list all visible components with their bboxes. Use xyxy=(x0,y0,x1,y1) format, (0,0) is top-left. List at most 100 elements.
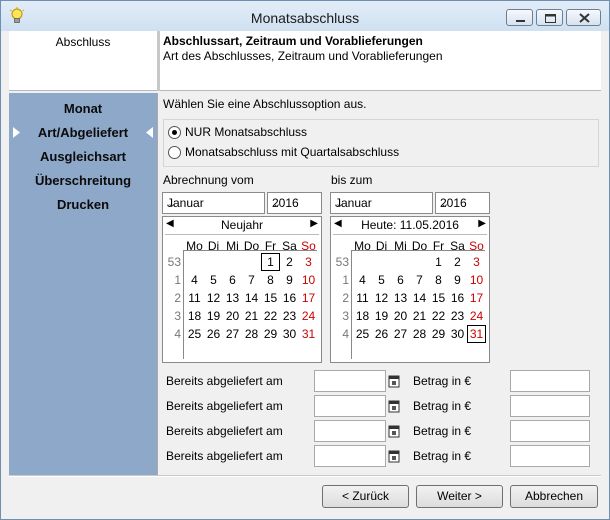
calendar-day[interactable]: 1 xyxy=(261,253,280,271)
calendar-picker-button[interactable] xyxy=(387,420,401,442)
calendar-picker-button[interactable] xyxy=(387,445,401,467)
radio-nur-monatsabschluss[interactable] xyxy=(168,126,181,139)
radio-monatsabschluss-quartal[interactable] xyxy=(168,146,181,159)
calendar-day[interactable]: 30 xyxy=(448,325,467,343)
calendar-day[interactable]: 14 xyxy=(242,289,261,307)
sidebar-item-drucken[interactable]: Drucken xyxy=(9,197,157,212)
calendar-day[interactable]: 16 xyxy=(280,289,299,307)
from-year-select[interactable]: 2016 ⌄ xyxy=(267,192,322,214)
next-month-icon[interactable]: ▶ xyxy=(478,218,486,229)
calendar-day[interactable]: 23 xyxy=(280,307,299,325)
calendar-day[interactable]: 18 xyxy=(185,307,204,325)
calendar-day[interactable]: 14 xyxy=(410,289,429,307)
calendar-day[interactable]: 10 xyxy=(467,271,486,289)
calendar-day[interactable]: 23 xyxy=(448,307,467,325)
calendar-day[interactable]: 12 xyxy=(372,289,391,307)
calendar-day[interactable]: 27 xyxy=(223,325,242,343)
calendar-day[interactable]: 9 xyxy=(448,271,467,289)
calendar-day[interactable]: 30 xyxy=(280,325,299,343)
calendar-day[interactable]: 3 xyxy=(299,253,318,271)
close-button[interactable] xyxy=(566,9,601,26)
calendar-day[interactable]: 15 xyxy=(429,289,448,307)
calendar-day[interactable]: 25 xyxy=(185,325,204,343)
calendar-day[interactable]: 10 xyxy=(299,271,318,289)
sidebar-item-ueberschreitung[interactable]: Überschreitung xyxy=(9,173,157,188)
from-month-select[interactable]: Januar ⌄ xyxy=(162,192,265,214)
calendar-day[interactable]: 8 xyxy=(261,271,280,289)
calendar-day[interactable]: 27 xyxy=(391,325,410,343)
calendar-day[interactable]: 9 xyxy=(280,271,299,289)
calendar-day[interactable]: 2 xyxy=(280,253,299,271)
title-bar[interactable]: Monatsabschluss xyxy=(1,1,609,31)
calendar-icon xyxy=(388,375,400,388)
to-month-select[interactable]: Januar ⌄ xyxy=(330,192,433,214)
sidebar-item-art-abgeliefert[interactable]: Art/Abgeliefert xyxy=(9,125,157,140)
to-year-select[interactable]: 2016 ⌄ xyxy=(435,192,490,214)
calendar-day[interactable]: 21 xyxy=(410,307,429,325)
calendar-day[interactable]: 4 xyxy=(353,271,372,289)
amount-input[interactable] xyxy=(510,420,590,442)
calendar-day[interactable]: 1 xyxy=(429,253,448,271)
delivered-on-date-input[interactable] xyxy=(314,445,386,467)
calendar-day[interactable]: 17 xyxy=(299,289,318,307)
amount-input[interactable] xyxy=(510,445,590,467)
from-calendar[interactable]: ◀ Neujahr ▶ Mo Di Mi Do Fr Sa So 53 1 2 3 1 4 5 6 7 8 9 10… xyxy=(162,216,322,363)
calendar-day[interactable]: 5 xyxy=(204,271,223,289)
calendar-picker-button[interactable] xyxy=(387,370,401,392)
calendar-day[interactable]: 21 xyxy=(242,307,261,325)
calendar-day[interactable]: 20 xyxy=(391,307,410,325)
calendar-day[interactable]: 11 xyxy=(185,289,204,307)
calendar-day[interactable]: 31 xyxy=(299,325,318,343)
minimize-button[interactable] xyxy=(506,9,533,26)
back-button[interactable]: < Zurück xyxy=(322,485,409,508)
calendar-day[interactable]: 29 xyxy=(429,325,448,343)
calendar-day[interactable]: 8 xyxy=(429,271,448,289)
calendar-day[interactable]: 3 xyxy=(467,253,486,271)
calendar-day[interactable]: 31 xyxy=(467,325,486,343)
calendar-day[interactable]: 24 xyxy=(467,307,486,325)
calendar-day[interactable]: 6 xyxy=(391,271,410,289)
calendar-day[interactable]: 16 xyxy=(448,289,467,307)
calendar-day[interactable]: 5 xyxy=(372,271,391,289)
calendar-day[interactable]: 7 xyxy=(242,271,261,289)
amount-input[interactable] xyxy=(510,370,590,392)
calendar-day[interactable]: 11 xyxy=(353,289,372,307)
delivered-on-date-input[interactable] xyxy=(314,395,386,417)
calendar-day[interactable]: 6 xyxy=(223,271,242,289)
calendar-day[interactable]: 17 xyxy=(467,289,486,307)
calendar-day[interactable]: 28 xyxy=(410,325,429,343)
sidebar-item-ausgleichsart[interactable]: Ausgleichsart xyxy=(9,149,157,164)
next-month-icon[interactable]: ▶ xyxy=(310,218,318,229)
maximize-button[interactable] xyxy=(536,9,563,26)
calendar-day[interactable]: 12 xyxy=(204,289,223,307)
calendar-day[interactable]: 22 xyxy=(261,307,280,325)
calendar-day[interactable]: 13 xyxy=(391,289,410,307)
amount-input[interactable] xyxy=(510,395,590,417)
calendar-day[interactable]: 4 xyxy=(185,271,204,289)
to-calendar[interactable]: ◀ Heute: 11.05.2016 ▶ Mo Di Mi Do Fr Sa So 53 1 2… xyxy=(330,216,490,363)
calendar-day[interactable]: 28 xyxy=(242,325,261,343)
delivered-on-date-input[interactable] xyxy=(314,420,386,442)
calendar-day[interactable]: 19 xyxy=(204,307,223,325)
calendar-day[interactable]: 24 xyxy=(299,307,318,325)
sidebar-item-monat[interactable]: Monat xyxy=(9,101,157,116)
calendar-day[interactable]: 15 xyxy=(261,289,280,307)
weekday-header: Di xyxy=(207,239,220,253)
calendar-day[interactable]: 26 xyxy=(204,325,223,343)
week-number: 1 xyxy=(174,273,181,287)
calendar-day[interactable]: 19 xyxy=(372,307,391,325)
next-button[interactable]: Weiter > xyxy=(416,485,503,508)
calendar-day[interactable]: 22 xyxy=(429,307,448,325)
calendar-picker-button[interactable] xyxy=(387,395,401,417)
calendar-day[interactable]: 13 xyxy=(223,289,242,307)
calendar-day[interactable]: 20 xyxy=(223,307,242,325)
delivered-on-date-input[interactable] xyxy=(314,370,386,392)
calendar-day[interactable]: 25 xyxy=(353,325,372,343)
calendar-day[interactable]: 7 xyxy=(410,271,429,289)
cancel-button[interactable]: Abbrechen xyxy=(510,485,598,508)
calendar-day[interactable]: 18 xyxy=(353,307,372,325)
calendar-day[interactable]: 29 xyxy=(261,325,280,343)
weekday-header: Mi xyxy=(394,239,407,253)
calendar-day[interactable]: 26 xyxy=(372,325,391,343)
calendar-day[interactable]: 2 xyxy=(448,253,467,271)
